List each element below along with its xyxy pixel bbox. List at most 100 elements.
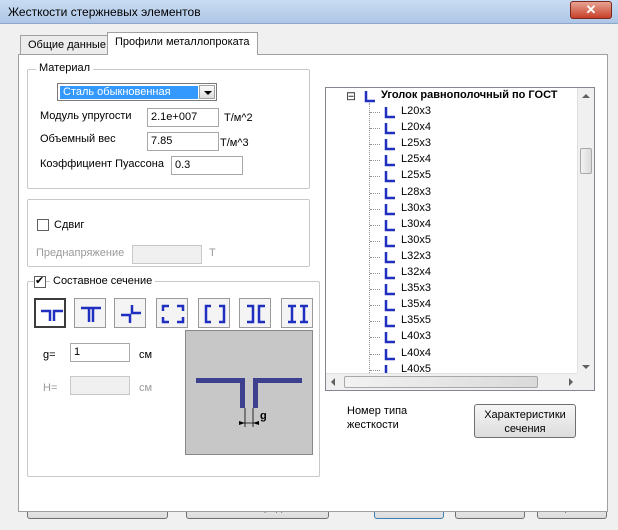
composite-checkbox[interactable]: [34, 274, 46, 288]
material-select[interactable]: Сталь обыкновенная: [57, 83, 217, 101]
scroll-left-icon[interactable]: [331, 378, 335, 386]
tree-item[interactable]: L40x3: [401, 330, 431, 342]
material-select-value: Сталь обыкновенная: [60, 86, 198, 99]
scroll-corner: [577, 373, 594, 390]
chevron-down-icon[interactable]: [199, 85, 215, 99]
four-angles-box-icon: [161, 304, 185, 324]
tree-root-label[interactable]: Уголок равнополочный по ГОСТ: [381, 89, 557, 101]
section-type-6[interactable]: [281, 298, 313, 328]
tree-item[interactable]: L32x4: [401, 266, 431, 278]
tab-general[interactable]: Общие данные: [20, 35, 114, 55]
material-group-label: Материал: [36, 62, 93, 74]
tree-item[interactable]: L25x3: [401, 137, 431, 149]
section-type-4[interactable]: [198, 298, 230, 328]
tree-item[interactable]: L30x4: [401, 218, 431, 230]
modulus-label: Модуль упругости: [40, 110, 132, 122]
tree-item[interactable]: L28x3: [401, 186, 431, 198]
stiffness-type-label-line1: Номер типа: [347, 405, 408, 417]
angle-profile-icon: [384, 235, 395, 248]
tree-item[interactable]: L35x4: [401, 298, 431, 310]
angle-profile-icon: [384, 284, 395, 296]
section-type-3[interactable]: [156, 298, 188, 328]
angle-profile-icon: [384, 171, 395, 183]
section-preview-drawing: g: [196, 378, 302, 427]
composite-label: Составное сечение: [50, 275, 156, 287]
shear-checkbox[interactable]: [37, 219, 49, 231]
tree-item[interactable]: L20x4: [401, 121, 431, 133]
two-angles-cross-icon: [121, 305, 141, 323]
material-group: Материал Сталь обыкновенная Модуль упруг…: [27, 62, 310, 189]
tree-collapse-icon[interactable]: ⊟: [346, 89, 356, 103]
tree-horizontal-thumb[interactable]: [344, 376, 538, 388]
tree-vertical-scrollbar[interactable]: [577, 88, 594, 375]
tree-guide-line: [369, 103, 370, 377]
angle-profile-icon: [384, 123, 395, 135]
section-type-toolbar: [34, 298, 319, 330]
angle-profile-icon: [384, 187, 395, 199]
scroll-down-icon[interactable]: [582, 365, 590, 369]
prestress-label: Преднапряжение: [36, 247, 125, 259]
h-label: H=: [43, 382, 58, 394]
prestress-unit: Т: [209, 247, 216, 259]
scroll-right-icon[interactable]: [569, 378, 573, 386]
shear-group: Сдвиг Преднапряжение Т: [27, 199, 310, 267]
tree-connector: [370, 337, 380, 339]
tree-item[interactable]: L35x5: [401, 314, 431, 326]
tree-connector: [370, 289, 380, 291]
close-button[interactable]: ✕: [570, 1, 612, 19]
tree-item[interactable]: L32x3: [401, 250, 431, 262]
angle-profile-icon: [384, 251, 395, 264]
angle-profile-icon: [384, 219, 395, 231]
poisson-input[interactable]: 0.3: [171, 156, 243, 175]
section-type-0[interactable]: [34, 298, 66, 328]
g-input[interactable]: 1: [70, 343, 130, 362]
section-type-2[interactable]: [114, 298, 146, 328]
tree-item[interactable]: L20x3: [401, 105, 431, 117]
modulus-unit: Т/м^2: [224, 112, 253, 124]
two-i-beams-icon: [288, 304, 308, 324]
tree-item[interactable]: L25x5: [401, 169, 431, 181]
window-title: Жесткости стержневых элементов: [8, 5, 201, 19]
prestress-input[interactable]: [132, 245, 202, 264]
tree-item[interactable]: L25x4: [401, 153, 431, 165]
angle-profile-icon: [364, 91, 375, 103]
tree-connector: [370, 208, 380, 210]
tree-item[interactable]: L30x5: [401, 234, 431, 246]
h-input[interactable]: [70, 376, 130, 395]
angle-profile-icon: [384, 139, 395, 151]
weight-unit: Т/м^3: [220, 137, 249, 149]
weight-input[interactable]: 7.85: [147, 132, 219, 151]
tree-connector: [370, 240, 380, 242]
profile-tree[interactable]: ⊟ Уголок равнополочный по ГОСТ L20x3 L20x…: [325, 87, 595, 391]
section-characteristics-line2: сечения: [504, 423, 546, 435]
two-angles-toes-out-icon: [41, 309, 63, 321]
composite-group: Составное сечение: [27, 274, 320, 477]
angle-profile-icon: [384, 316, 395, 328]
tree-item[interactable]: L30x3: [401, 202, 431, 214]
section-type-5[interactable]: [239, 298, 271, 328]
angle-profile-icon: [384, 300, 395, 312]
tab-general-label: Общие данные: [28, 39, 106, 51]
section-characteristics-line1: Характеристики: [484, 409, 566, 421]
tab-metal-profiles-label: Профили металлопроката: [115, 36, 250, 48]
tab-metal-profiles[interactable]: Профили металлопроката: [107, 32, 258, 55]
angle-profile-icon: [384, 348, 395, 360]
h-unit: см: [139, 382, 153, 394]
tree-connector: [370, 305, 380, 307]
preview-dimension-label: g: [260, 410, 267, 422]
tree-item[interactable]: L35x3: [401, 282, 431, 294]
section-type-1[interactable]: [74, 298, 106, 328]
tree-horizontal-scrollbar[interactable]: [326, 373, 578, 390]
angle-profile-icon: [384, 155, 395, 167]
tree-connector: [370, 144, 380, 146]
modulus-input[interactable]: 2.1e+007: [147, 108, 219, 127]
section-characteristics-button[interactable]: Характеристики сечения: [474, 404, 576, 438]
tree-vertical-thumb[interactable]: [580, 148, 592, 174]
tree-connector: [370, 224, 380, 226]
tree-item[interactable]: L40x4: [401, 347, 431, 359]
two-channels-box-icon: [204, 304, 226, 324]
title-bar: Жесткости стержневых элементов ✕: [0, 0, 618, 24]
tree-connector: [370, 353, 380, 355]
close-icon: ✕: [585, 2, 597, 17]
scroll-up-icon[interactable]: [582, 94, 590, 98]
